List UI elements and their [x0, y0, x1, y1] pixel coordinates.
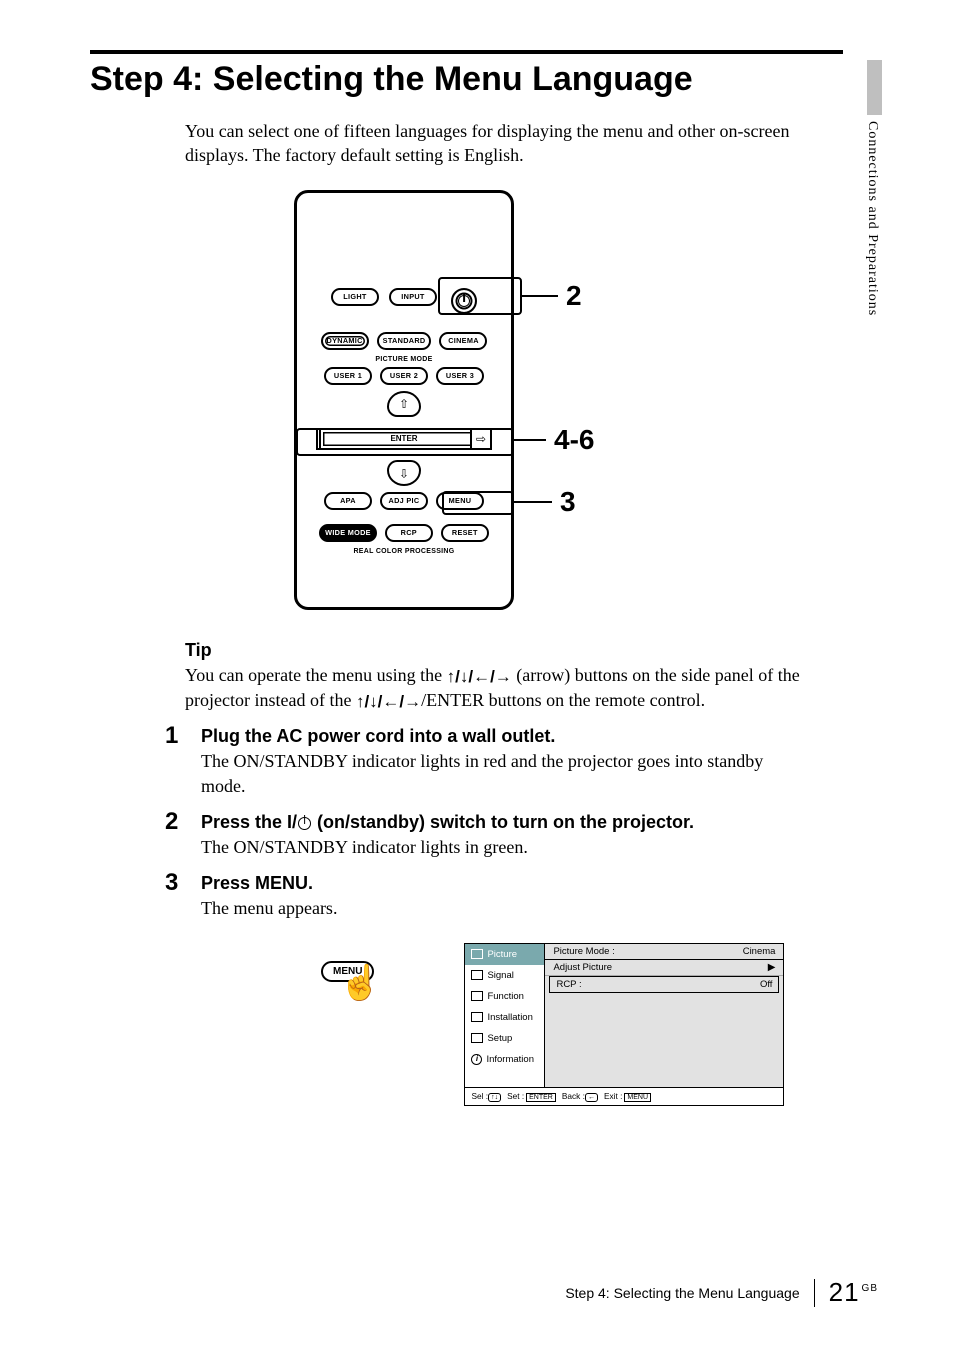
cinema-button[interactable]: CINEMA [439, 332, 487, 350]
arrow-glyphs: ↑/↓/←/→ [447, 667, 512, 686]
dynamic-button[interactable]: DYNAMIC [321, 332, 369, 350]
information-icon [471, 1054, 482, 1065]
osd-row-adjust-picture[interactable]: Adjust Picture▶ [545, 960, 783, 976]
osd-sidebar: Picture Signal Function Installation Set… [465, 944, 545, 1087]
down-arrow-icon: ⇧ [399, 467, 409, 479]
step-3-body: The menu appears. [201, 896, 805, 920]
step-2-body: The ON/STANDBY indicator lights in green… [201, 835, 805, 859]
power-icon-inline [298, 817, 311, 830]
osd-tab-installation[interactable]: Installation [465, 1007, 544, 1028]
footer-divider [814, 1279, 815, 1307]
step-1: Plug the AC power cord into a wall outle… [165, 726, 805, 798]
intro-text: You can select one of fifteen languages … [185, 119, 805, 168]
user3-button[interactable]: USER 3 [436, 367, 484, 385]
enter-key-icon: ENTER [526, 1093, 556, 1102]
right-arrow-icon: ⇨ [476, 433, 486, 445]
remote-outline: LIGHT INPUT DYNAMIC STANDARD CINEMA PICT… [294, 190, 514, 610]
footer-title: Step 4: Selecting the Menu Language [565, 1285, 799, 1301]
step-1-body: The ON/STANDBY indicator lights in red a… [201, 749, 805, 798]
menu-button-figure: MENU ☝ [321, 961, 374, 979]
user2-button[interactable]: USER 2 [380, 367, 428, 385]
updown-key-icon: ↑↓ [488, 1093, 501, 1102]
callout-4-6: 4-6 [514, 424, 594, 456]
page-title: Step 4: Selecting the Menu Language [90, 60, 878, 99]
setup-icon [471, 1033, 483, 1043]
remote-figure: LIGHT INPUT DYNAMIC STANDARD CINEMA PICT… [90, 190, 878, 610]
standard-button[interactable]: STANDARD [377, 332, 432, 350]
sidetab-label: Connections and Preparations [864, 121, 880, 316]
submenu-arrow-icon: ▶ [768, 962, 776, 973]
osd-tab-information[interactable]: Information [465, 1049, 544, 1070]
steps-list: Plug the AC power cord into a wall outle… [165, 726, 805, 1105]
step-3-head: Press MENU. [201, 873, 805, 894]
menu-key-icon: MENU [624, 1093, 651, 1102]
left-key-icon: ← [585, 1093, 598, 1102]
osd-tab-setup[interactable]: Setup [465, 1028, 544, 1049]
footer-gb: GB [862, 1283, 878, 1294]
step-1-head: Plug the AC power cord into a wall outle… [201, 726, 805, 747]
arrow-glyphs-2: ↑/↓/←/→ [356, 692, 421, 711]
osd-main: Picture Mode :Cinema Adjust Picture▶ RCP… [545, 944, 783, 1087]
side-tab: Connections and Preparations [864, 60, 884, 360]
osd-footer: Sel :↑↓ Set :ENTER Back :← Exit :MENU [465, 1087, 783, 1105]
osd-tab-function[interactable]: Function [465, 986, 544, 1007]
enter-button[interactable]: ENTER [319, 428, 489, 450]
osd-row-picture-mode[interactable]: Picture Mode :Cinema [545, 944, 783, 960]
step-2: Press the I/ (on/standby) switch to turn… [165, 812, 805, 859]
callout-2: 2 [522, 280, 582, 312]
dpad-up[interactable]: ⇧ [387, 391, 421, 417]
input-button[interactable]: INPUT [389, 288, 437, 306]
hand-pointer-icon: ☝ [339, 967, 381, 1001]
picture-icon [471, 949, 483, 959]
picture-mode-label: PICTURE MODE [309, 356, 499, 363]
installation-icon [471, 1012, 483, 1022]
osd-tab-signal[interactable]: Signal [465, 965, 544, 986]
function-icon [471, 991, 483, 1001]
page-footer: Step 4: Selecting the Menu Language 21GB [90, 1277, 878, 1308]
title-rule [90, 50, 843, 54]
menu-button[interactable]: MENU [436, 492, 484, 510]
apa-button[interactable]: APA [324, 492, 372, 510]
footer-page-number: 21GB [829, 1277, 878, 1308]
rcp-button[interactable]: RCP [385, 524, 433, 542]
intro-paragraph: You can select one of fifteen languages … [185, 119, 805, 168]
tip-heading: Tip [185, 640, 805, 661]
dpad-right[interactable]: ⇨ [470, 428, 492, 450]
osd-row-rcp[interactable]: RCP :Off [549, 976, 779, 993]
signal-icon [471, 970, 483, 980]
callout-3: 3 [514, 486, 576, 518]
light-button[interactable]: LIGHT [331, 288, 379, 306]
osd-tab-picture[interactable]: Picture [465, 944, 544, 965]
power-button[interactable] [451, 288, 477, 314]
sidetab-marker [867, 60, 882, 115]
reset-button[interactable]: RESET [441, 524, 489, 542]
power-icon [458, 295, 470, 307]
adjpic-button[interactable]: ADJ PIC [380, 492, 428, 510]
dpad-down[interactable]: ⇧ [387, 460, 421, 486]
rcp-label: REAL COLOR PROCESSING [309, 548, 499, 555]
step-2-head: Press the I/ (on/standby) switch to turn… [201, 812, 805, 833]
osd-menu: Picture Signal Function Installation Set… [464, 943, 784, 1106]
step-3: Press MENU. The menu appears. MENU ☝ Pic… [165, 873, 805, 1105]
user1-button[interactable]: USER 1 [324, 367, 372, 385]
dpad: ⇧ ⇦ ENTER ⇨ ⇧ [319, 391, 489, 486]
widemode-button[interactable]: WIDE MODE [319, 524, 377, 542]
up-arrow-icon: ⇧ [399, 398, 409, 410]
tip-body: You can operate the menu using the ↑/↓/←… [185, 663, 805, 713]
